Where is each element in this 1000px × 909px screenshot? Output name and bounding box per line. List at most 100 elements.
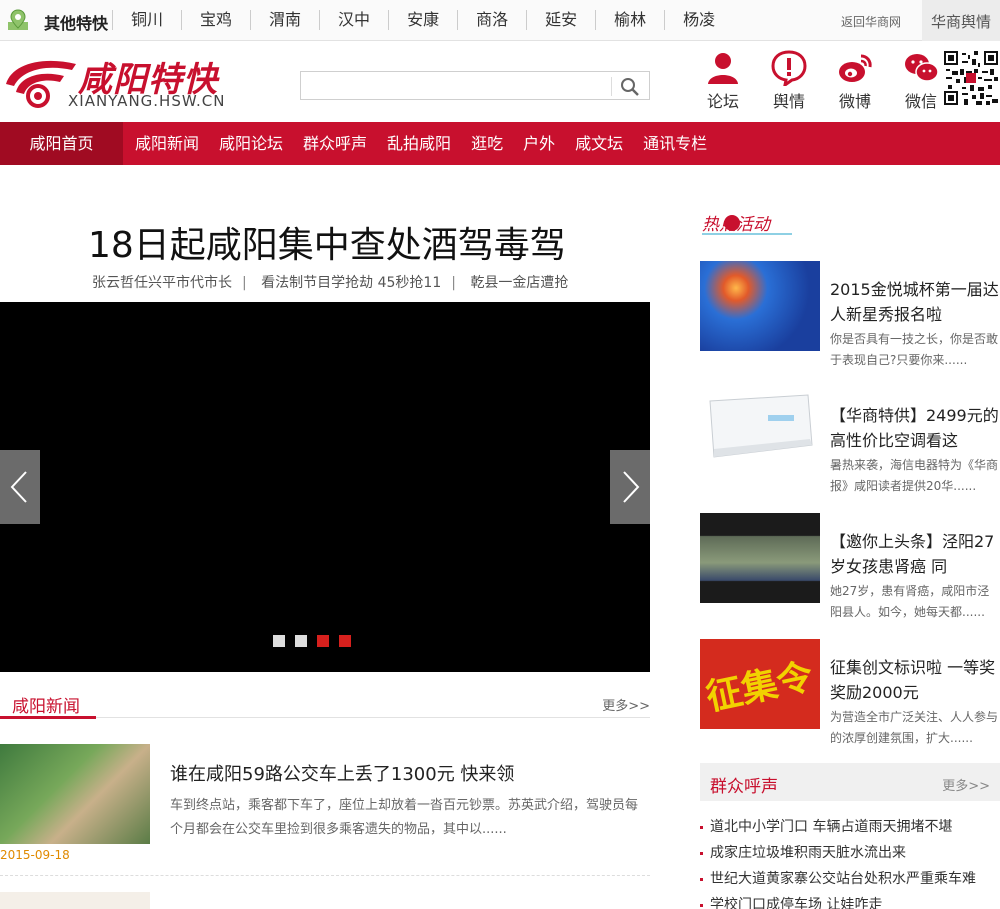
sublink[interactable]: 张云哲任兴平市代市长 [92,275,232,291]
yuqing-shortcut-label: 舆情 [772,92,805,111]
section-title-underline [0,716,96,719]
city-link[interactable]: 渭南 [250,10,319,30]
weibo-shortcut[interactable]: 微博 [822,50,888,112]
sublink[interactable]: 看法制节目学抢劫 45秒抢11 [261,275,441,291]
city-links: 铜川 宝鸡 渭南 汉中 安康 商洛 延安 榆林 杨凌 [112,10,733,30]
chevron-right-icon [623,471,640,503]
card-title[interactable]: 征集创文标识啦 一等奖奖励2000元 [830,655,1000,705]
sublink-divider: | [242,275,247,291]
hot-activities-label: 热点活动 [702,215,772,235]
card-image[interactable]: 征集令 [700,639,820,729]
city-link[interactable]: 安康 [388,10,457,30]
chevron-left-icon [10,471,27,503]
card-image[interactable] [700,513,820,603]
qr-code [944,51,998,105]
weibo-icon [839,54,872,82]
slider-dot[interactable] [317,635,329,647]
sublink[interactable]: 乾县一金店遭抢 [470,275,568,291]
call-poster-image: 征集令 [703,656,818,719]
nav-item[interactable]: 群众呼声 [303,122,367,165]
headline-title[interactable]: 18日起咸阳集中查处酒驾毒驾 [88,216,566,268]
nav-home[interactable]: 咸阳首页 [0,122,123,165]
slider-dot[interactable] [273,635,285,647]
other-express-label: 其他特快 [44,14,109,33]
poster-text: 征集令 [703,656,818,719]
forum-shortcut[interactable]: 论坛 [690,50,756,112]
voices-list-item[interactable]: 学校门口成停车场 让娃咋走 [700,892,1000,909]
person-icon [708,53,738,84]
voices-list-item[interactable]: 道北中小学门口 车辆占道雨天拥堵不堪 [700,814,1000,840]
voices-section-title[interactable]: 群众呼声 [710,772,778,797]
nav-item[interactable]: 逛吃 [471,122,503,165]
voices-more-link[interactable]: 更多>> [942,775,990,794]
wechat-icon [905,54,939,82]
image-slider[interactable] [0,302,650,672]
map-pin-icon [8,9,28,30]
hot-activities-logo: 热点活动 [702,215,792,235]
city-link[interactable]: 延安 [526,10,595,30]
headline-sublinks: 张云哲任兴平市代市长 | 看法制节目学抢劫 45秒抢11 | 乾县一金店遭抢 [92,272,578,292]
return-huashang-link[interactable]: 返回华商网 [841,13,901,30]
card-image[interactable] [700,387,820,477]
card-desc: 你是否具有一技之长，你是否敢于表现自己?只要你来...... [830,332,999,367]
nav-item[interactable]: 乱拍咸阳 [387,122,451,165]
news-item-title[interactable]: 谁在咸阳59路公交车上丢了1300元 快来领 [170,760,514,786]
city-link[interactable]: 榆林 [595,10,664,30]
header-shortcuts: 论坛 舆情 微博 微信 [690,50,954,112]
news-section-header: 咸阳新闻 更多>> [0,688,650,719]
news-item-summary: 车到终点站，乘客都下车了，座位上却放着一沓百元钞票。苏英武介绍，驾驶员每个月都会… [170,798,639,837]
air-conditioner-image [709,394,813,458]
slider-next-button[interactable] [610,450,650,524]
slider-dot[interactable] [295,635,307,647]
alert-bubble-icon [771,50,807,86]
news-thumbnail[interactable] [0,744,150,844]
nav-item[interactable]: 通讯专栏 [643,122,707,165]
news-item-date: 2015-09-18 [0,848,70,862]
huashang-yuqing-tab[interactable]: 华商舆情 [922,0,1000,41]
nav-item[interactable]: 咸阳新闻 [135,122,199,165]
search-input[interactable] [301,72,611,99]
forum-shortcut-label: 论坛 [706,92,739,111]
card-desc: 为营造全市广泛关注、人人参与的浓厚创建氛围，扩大...... [830,710,999,745]
nav-item[interactable]: 咸阳论坛 [219,122,283,165]
card-title[interactable]: 【邀你上头条】泾阳27岁女孩患肾癌 同 [830,529,1000,579]
card-title[interactable]: 【华商特供】2499元的高性价比空调看这 [830,403,1000,453]
top-city-bar: 其他特快 铜川 宝鸡 渭南 汉中 安康 商洛 延安 榆林 杨凌 返回华商网 华商… [0,0,1000,41]
news-section-title[interactable]: 咸阳新闻 [12,692,80,717]
nav-item[interactable]: 咸文坛 [575,122,623,165]
city-link[interactable]: 商洛 [457,10,526,30]
slider-dot[interactable] [339,635,351,647]
hot-card[interactable]: 征集令 征集创文标识啦 一等奖奖励2000元 为营造全市广泛关注、人人参与的浓厚… [700,639,1000,749]
city-link[interactable]: 杨凌 [664,10,733,30]
voices-list-item[interactable]: 世纪大道黄家寨公交站台处积水严重乘车难 [700,866,1000,892]
voices-list-item[interactable]: 成家庄垃圾堆积雨天脏水流出来 [700,840,1000,866]
sublink-divider: | [451,275,456,291]
city-link[interactable]: 铜川 [112,10,181,30]
card-desc: 暑热来袭，海信电器特为《华商报》咸阳读者提供20华...... [830,458,999,493]
hot-card[interactable]: 2015金悦城杯第一届达人新星秀报名啦 你是否具有一技之长，你是否敢于表现自己?… [700,261,1000,371]
yuqing-shortcut[interactable]: 舆情 [756,50,822,112]
voices-section-header: 群众呼声 更多>> [700,763,1000,801]
weibo-shortcut-label: 微博 [838,92,871,111]
card-image[interactable] [700,261,820,351]
hot-card[interactable]: 【邀你上头条】泾阳27岁女孩患肾癌 同 她27岁，患有肾癌，咸阳市泾阳县人。如今… [700,513,1000,623]
logo-subtitle: XIANYANG.HSW.CN [68,92,226,110]
search-divider [611,77,612,96]
hot-card[interactable]: 【华商特供】2499元的高性价比空调看这 暑热来袭，海信电器特为《华商报》咸阳读… [700,387,1000,497]
city-link[interactable]: 宝鸡 [181,10,250,30]
nav-item[interactable]: 户外 [523,122,555,165]
site-logo[interactable]: 咸阳特快 XIANYANG.HSW.CN [2,52,232,114]
slider-dots [273,635,361,647]
city-link[interactable]: 汉中 [319,10,388,30]
search-icon[interactable] [619,77,641,97]
news-more-link[interactable]: 更多>> [602,695,650,714]
card-desc: 她27岁，患有肾癌，咸阳市泾阳县人。如今，她每天都...... [830,584,990,619]
slider-prev-button[interactable] [0,450,40,524]
voices-list: 道北中小学门口 车辆占道雨天拥堵不堪 成家庄垃圾堆积雨天脏水流出来 世纪大道黄家… [700,814,1000,909]
news-thumbnail[interactable] [0,892,150,909]
news-divider [0,875,650,876]
search-box [300,71,650,100]
main-nav: 咸阳首页 咸阳新闻 咸阳论坛 群众呼声 乱拍咸阳 逛吃 户外 咸文坛 通讯专栏 [0,122,1000,165]
nav-items: 咸阳新闻 咸阳论坛 群众呼声 乱拍咸阳 逛吃 户外 咸文坛 通讯专栏 [135,122,727,165]
card-title[interactable]: 2015金悦城杯第一届达人新星秀报名啦 [830,277,1000,327]
